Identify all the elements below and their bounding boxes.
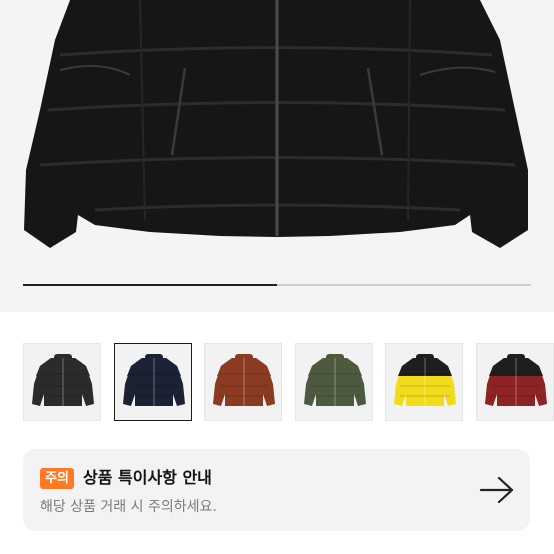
jacket-thumbnail-image xyxy=(484,354,547,406)
jacket-thumbnail-image xyxy=(303,354,366,406)
caution-badge: 주의 xyxy=(40,468,74,489)
thumbnail-strip xyxy=(23,343,554,421)
image-progress-bar xyxy=(23,284,531,286)
arrow-right-icon[interactable] xyxy=(479,476,515,504)
jacket-photo xyxy=(24,0,528,248)
thumbnail-black[interactable] xyxy=(23,343,101,421)
notice-title: 상품 특이사항 안내 xyxy=(83,468,212,487)
thumbnail-navy[interactable] xyxy=(113,343,192,421)
jacket-thumbnail-image xyxy=(213,354,275,406)
thumbnail-olive[interactable] xyxy=(294,343,373,421)
jacket-thumbnail-image xyxy=(122,354,185,406)
jacket-thumbnail-image xyxy=(394,354,456,406)
thumbnail-yellow[interactable] xyxy=(385,343,463,421)
notice-description: 해당 상품 거래 시 주의하세요. xyxy=(40,499,217,515)
jacket-thumbnail-image xyxy=(32,354,94,406)
product-main-image[interactable] xyxy=(0,0,554,312)
product-notice-card[interactable]: 주의 상품 특이사항 안내 해당 상품 거래 시 주의하세요. xyxy=(23,449,530,531)
thumbnail-red[interactable] xyxy=(475,343,554,421)
thumbnail-brown[interactable] xyxy=(204,343,282,421)
image-progress-fill xyxy=(23,284,277,286)
